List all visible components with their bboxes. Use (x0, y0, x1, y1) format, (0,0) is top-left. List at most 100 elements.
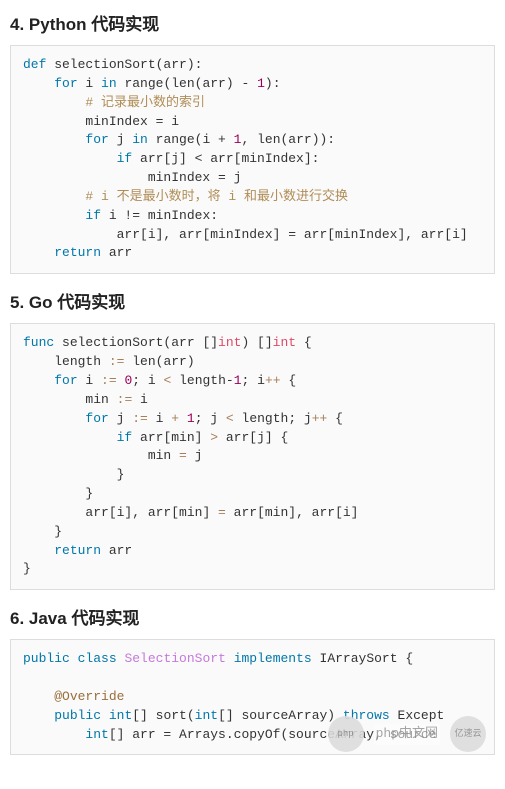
op: + (171, 411, 179, 426)
num: 1 (187, 411, 195, 426)
watermark-badge-yisu-icon: 亿速云 (450, 716, 486, 752)
code-text: { (296, 335, 312, 350)
kw-return: return (54, 543, 101, 558)
code-text: arr[i], arr[minIndex] = arr[minIndex], a… (117, 227, 468, 242)
kw-int: int (85, 727, 108, 742)
kw-in: in (132, 132, 148, 147)
code-text: } (23, 561, 31, 576)
kw-for: for (85, 132, 108, 147)
kw-int: int (195, 708, 218, 723)
code-text: j (109, 411, 132, 426)
watermark-badge-php-icon: php (328, 716, 364, 752)
kw-for: for (54, 373, 77, 388)
code-text: len(arr) (124, 354, 194, 369)
op: ++ (312, 411, 328, 426)
code-text: i (78, 373, 101, 388)
code-text: selectionSort(arr): (46, 57, 202, 72)
code-text: minIndex = i (85, 114, 179, 129)
kw-public: public (23, 651, 70, 666)
code-text: arr[j] { (218, 430, 288, 445)
code-text: ; i (132, 373, 163, 388)
code-text: } (54, 524, 62, 539)
code-text: arr[min], arr[i] (226, 505, 359, 520)
code-text (312, 651, 320, 666)
code-block-java: public class SelectionSort implements IA… (10, 639, 495, 755)
code-text: arr[j] < arr[minIndex]: (132, 151, 319, 166)
code-text: { (398, 651, 414, 666)
code-text: range(i + (148, 132, 234, 147)
annotation: @Override (54, 689, 124, 704)
watermark-text: php中文网 (374, 724, 440, 745)
code-text: length- (171, 373, 233, 388)
code-text: i (148, 411, 171, 426)
kw-for: for (54, 76, 77, 91)
kw-implements: implements (234, 651, 312, 666)
heading-java: 6. Java 代码实现 (10, 604, 495, 629)
code-text: ; j (195, 411, 226, 426)
op: := (109, 354, 125, 369)
code-text: i (132, 392, 148, 407)
code-text: selectionSort(arr [] (54, 335, 218, 350)
code-text: min (148, 448, 179, 463)
kw-if: if (117, 430, 133, 445)
op: < (226, 411, 234, 426)
code-block-python: def selectionSort(arr): for i in range(l… (10, 45, 495, 274)
num: 1 (234, 373, 242, 388)
code-text: , len(arr)): (241, 132, 335, 147)
kw-return: return (54, 245, 101, 260)
code-text: i (78, 76, 101, 91)
code-text: arr (101, 543, 132, 558)
code-text: [] sort( (132, 708, 194, 723)
kw-if: if (117, 151, 133, 166)
heading-go: 5. Go 代码实现 (10, 288, 495, 313)
code-text: ; i (242, 373, 265, 388)
code-text: [] sourceArray) (218, 708, 343, 723)
code-text: range(len(arr) - (117, 76, 257, 91)
kw-for: for (85, 411, 108, 426)
op: = (179, 448, 187, 463)
kw-public: public (54, 708, 101, 723)
kw-in: in (101, 76, 117, 91)
code-text: i != minIndex: (101, 208, 218, 223)
op: ++ (265, 373, 281, 388)
code-text: } (85, 486, 93, 501)
watermark-area: php php中文网 亿速云 (328, 716, 486, 752)
code-text: minIndex = j (148, 170, 242, 185)
code-text (101, 708, 109, 723)
code-text: j (109, 132, 132, 147)
code-text: ) [] (241, 335, 272, 350)
code-text: arr[min] (132, 430, 210, 445)
code-text: ): (265, 76, 281, 91)
comment: # i 不是最小数时，将 i 和最小数进行交换 (85, 189, 348, 204)
op: := (117, 392, 133, 407)
kw-def: def (23, 57, 46, 72)
code-text: arr (101, 245, 132, 260)
code-block-go: func selectionSort(arr []int) []int { le… (10, 323, 495, 590)
type: int (273, 335, 296, 350)
comment: # 记录最小数的索引 (85, 95, 205, 110)
kw-func: func (23, 335, 54, 350)
heading-python: 4. Python 代码实现 (10, 10, 495, 35)
op: := (101, 373, 117, 388)
code-text: arr[i], arr[min] (85, 505, 218, 520)
op: > (210, 430, 218, 445)
code-text: j (187, 448, 203, 463)
code-text: } (117, 467, 125, 482)
kw-if: if (85, 208, 101, 223)
code-text: length (54, 354, 109, 369)
code-text: length; j (234, 411, 312, 426)
kw-class: class (78, 651, 117, 666)
code-text: { (281, 373, 297, 388)
code-text: min (85, 392, 116, 407)
type: int (218, 335, 241, 350)
op: = (218, 505, 226, 520)
code-text (226, 651, 234, 666)
num: 1 (257, 76, 265, 91)
code-text: { (327, 411, 343, 426)
class-name: SelectionSort (124, 651, 225, 666)
kw-int: int (109, 708, 132, 723)
iface-name: IArraySort (320, 651, 398, 666)
op: := (132, 411, 148, 426)
code-text (179, 411, 187, 426)
code-text (70, 651, 78, 666)
